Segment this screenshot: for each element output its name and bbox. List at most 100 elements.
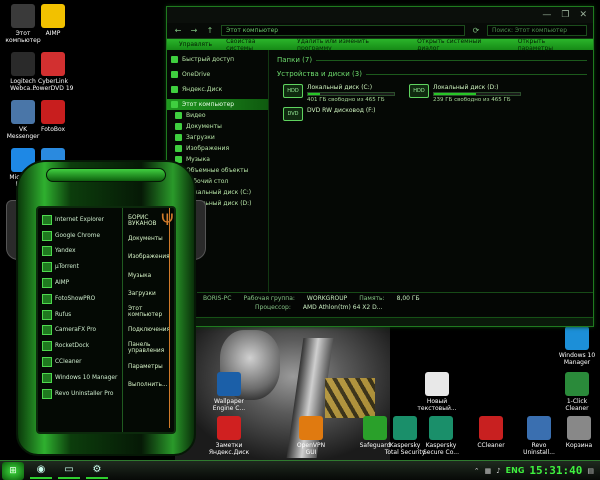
launcher-app-item[interactable]: Revo Uninstaller Pro: [42, 386, 122, 402]
desktop-icon[interactable]: Заметки Яндекс.Диск: [206, 416, 252, 456]
nav-item[interactable]: Яндекс.Диск: [167, 84, 268, 95]
chrome-taskbar-icon[interactable]: ◉: [30, 463, 52, 479]
divider: [365, 73, 587, 75]
desktop-icon-label: Kaspersky Secure Co...: [422, 442, 459, 456]
explorer-window[interactable]: — ❐ ✕ ← → ↑ Этот компьютер ⟳ Поиск: Этот…: [166, 6, 594, 327]
gear-taskbar-icon[interactable]: ⚙: [86, 463, 108, 479]
computer-name: BORIS-PC: [203, 295, 232, 302]
content-pane: Папки (7) Устройства и диски (3) HDD Лока…: [269, 50, 593, 298]
desktop-icon[interactable]: Windows 10 Manager: [554, 326, 600, 366]
launcher-app-item[interactable]: RocketDock: [42, 338, 122, 354]
nav-item[interactable]: Видео: [167, 110, 268, 121]
start-button[interactable]: ⊞: [2, 461, 24, 480]
one-click-cleaner-icon: [565, 372, 589, 396]
notification-icon[interactable]: ▤: [587, 467, 594, 475]
address-input[interactable]: Этот компьютер: [221, 25, 465, 36]
taskbar: ⊞ ◉ ▭ ⚙ ⌃ ▦ ♪ ENG 15:31:40 ▤: [0, 460, 600, 480]
up-arrow-icon[interactable]: ↑: [205, 26, 215, 35]
app-icon: [42, 230, 52, 241]
desktop-icon-label: Новый текстовый...: [417, 398, 457, 412]
cloud-icon: [171, 71, 178, 78]
devices-group[interactable]: Устройства и диски (3): [277, 70, 587, 78]
revo-icon: [527, 416, 551, 440]
nav-item[interactable]: OneDrive: [167, 69, 268, 80]
tray-expand-icon[interactable]: ⌃: [474, 467, 480, 475]
nav-item[interactable]: Быстрый доступ: [167, 54, 268, 65]
nav-item[interactable]: Изображения: [167, 143, 268, 154]
clock[interactable]: 15:31:40: [529, 464, 582, 477]
ccleaner-icon: [479, 416, 503, 440]
kaspersky-secure-icon: [429, 416, 453, 440]
nav-item-label: Изображения: [186, 145, 230, 152]
kaspersky-icon: [393, 416, 417, 440]
nav-item[interactable]: Этот компьютер: [167, 99, 268, 110]
desktop-icon-label: AIMP: [45, 30, 61, 37]
search-input[interactable]: Поиск: Этот компьютер: [487, 25, 587, 36]
menu-manage[interactable]: Управлять: [179, 41, 212, 48]
launcher-app-label: Revo Uninstaller Pro: [55, 390, 114, 397]
launcher-app-label: CCleaner: [55, 359, 82, 366]
desktop-icon[interactable]: CCleaner: [468, 416, 514, 449]
ribbon-menu: Управлять Свойства системы Удалить или и…: [167, 38, 593, 52]
drive-item[interactable]: HDD Локальный диск (D:) 239 ГБ свободно из…: [409, 84, 521, 103]
refresh-icon[interactable]: ⟳: [471, 26, 481, 35]
desktop-icon[interactable]: Новый текстовый...: [414, 372, 460, 412]
maximize-button[interactable]: ❐: [561, 10, 569, 20]
forward-arrow-icon[interactable]: →: [189, 26, 199, 35]
folders-group[interactable]: Папки (7): [277, 56, 587, 64]
desktop-icon[interactable]: CyberLink PowerDVD 19: [30, 52, 76, 92]
desktop-icon[interactable]: 1-Click Cleaner: [554, 372, 600, 412]
volume-icon[interactable]: ♪: [496, 467, 500, 475]
desktop-icon-label: CyberLink PowerDVD 19: [32, 78, 74, 92]
launcher-app-item[interactable]: CameraFX Pro: [42, 323, 122, 339]
launcher-app-item[interactable]: Internet Explorer: [42, 212, 122, 228]
desktop-icon-label: Windows 10 Manager: [558, 352, 596, 366]
spikes-art: [325, 378, 375, 418]
network-icon[interactable]: ▦: [485, 467, 492, 475]
status-bar: [167, 317, 593, 326]
drive-usage-bar: [433, 92, 521, 96]
drive-item[interactable]: HDD Локальный диск (C:) 401 ГБ свободно из…: [283, 84, 395, 103]
details-row: BORIS-PC Рабочая группа: WORKGROUP Памят…: [203, 295, 587, 304]
launcher-app-item[interactable]: Rufus: [42, 307, 122, 323]
cpu-label: Процессор:: [255, 304, 291, 311]
back-arrow-icon[interactable]: ←: [173, 26, 183, 35]
explorer-titlebar[interactable]: — ❐ ✕: [167, 7, 593, 23]
fotobox-icon: [41, 100, 65, 124]
system-tray: ⌃ ▦ ♪ ENG 15:31:40 ▤: [474, 464, 600, 477]
launcher-gadget: Internet Explorer Google Chrome Yandex µTor…: [6, 160, 206, 456]
openvpn-icon: [299, 416, 323, 440]
trash-icon: [567, 416, 591, 440]
launcher-app-item[interactable]: µTorrent: [42, 259, 122, 275]
app-icon: [42, 357, 52, 368]
desktop-icon[interactable]: AIMP: [30, 4, 76, 37]
launcher-app-item[interactable]: Yandex: [42, 244, 122, 260]
documents-icon: [175, 123, 182, 130]
launcher-app-item[interactable]: FotoShowPRO: [42, 291, 122, 307]
explorer-taskbar-icon[interactable]: ▭: [58, 463, 80, 479]
language-indicator[interactable]: ENG: [506, 466, 525, 475]
drive-item[interactable]: DVD DVD RW дисковод (F:): [283, 107, 395, 121]
desktop-icon[interactable]: Wallpaper Engine C...: [206, 372, 252, 412]
downloads-icon: [175, 134, 182, 141]
launcher-app-item[interactable]: CCleaner: [42, 354, 122, 370]
launcher-app-item[interactable]: Google Chrome: [42, 228, 122, 244]
launcher-app-item[interactable]: AIMP: [42, 275, 122, 291]
desktop-icon[interactable]: OpenVPN GUI: [288, 416, 334, 456]
launcher-app-label: Internet Explorer: [55, 216, 104, 223]
app-icon: [42, 278, 52, 289]
minimize-button[interactable]: —: [542, 10, 551, 20]
drive-usage-bar: [307, 92, 395, 96]
desktop-icon[interactable]: Корзина: [556, 416, 600, 449]
gadget-topbar[interactable]: [46, 168, 166, 182]
close-button[interactable]: ✕: [579, 10, 587, 20]
desktop-icon[interactable]: Kaspersky Secure Co...: [418, 416, 464, 456]
nav-item[interactable]: Загрузки: [167, 132, 268, 143]
launcher-app-label: AIMP: [55, 280, 70, 287]
nav-item[interactable]: Документы: [167, 121, 268, 132]
desktop-icon[interactable]: FotoBox: [30, 100, 76, 133]
dvd-icon: [41, 52, 65, 76]
launcher-app-item[interactable]: Windows 10 Manager: [42, 370, 122, 386]
app-icon: [42, 293, 52, 304]
app-icon: [42, 325, 52, 336]
